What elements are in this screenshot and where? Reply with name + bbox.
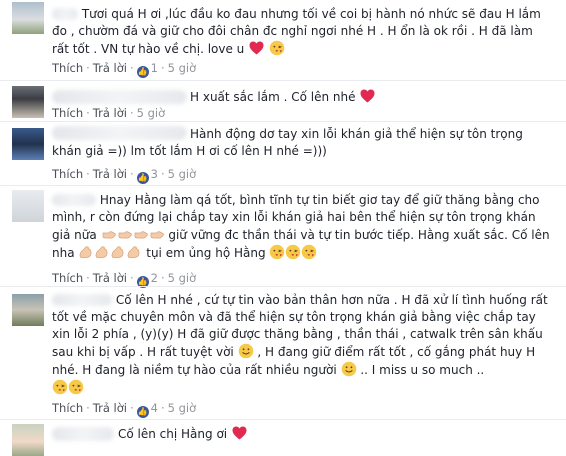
kiss-face-icon <box>52 379 68 395</box>
commenter-name[interactable] <box>52 427 114 441</box>
flexed-arm-icon <box>110 244 126 260</box>
heart-icon <box>359 88 376 104</box>
comment-time[interactable]: 5 giờ <box>168 167 197 181</box>
smile-face-icon <box>238 343 254 359</box>
like-thumb-icon: 👍 <box>136 406 149 418</box>
like-count[interactable]: 1 <box>151 61 158 75</box>
like-count[interactable]: 3 <box>151 167 158 181</box>
flexed-arm-icon <box>126 244 142 260</box>
comment-time[interactable]: 5 giờ <box>168 271 197 285</box>
commenter-name[interactable] <box>52 90 187 104</box>
avatar[interactable] <box>12 2 44 34</box>
kiss-face-icon <box>269 40 285 56</box>
kiss-face-icon <box>68 379 84 395</box>
comment-time[interactable]: 5 giờ <box>137 106 166 120</box>
comment-time[interactable]: 5 giờ <box>168 61 197 75</box>
commenter-name[interactable] <box>52 194 96 206</box>
avatar[interactable] <box>12 128 44 160</box>
divider <box>0 185 566 186</box>
like-link[interactable]: Thích <box>52 401 83 415</box>
comment-text: .. I miss u so much .. <box>360 363 485 377</box>
divider <box>0 121 566 122</box>
reply-link[interactable]: Trả lời <box>93 167 127 181</box>
pointing-hand-icon <box>117 226 133 242</box>
like-link[interactable]: Thích <box>52 271 83 285</box>
comment-actions: Thích · Trả lời · 5 giờ <box>52 106 166 120</box>
like-thumb-icon: 👍 <box>136 172 149 184</box>
comment-actions: Thích · Trả lời · 👍 3 · 5 giờ <box>52 167 197 184</box>
pointing-hand-icon <box>133 226 149 242</box>
like-thumb-icon: 👍 <box>136 66 149 78</box>
kiss-face-icon <box>285 244 301 260</box>
divider <box>0 419 566 420</box>
divider <box>0 286 566 287</box>
flexed-arm-icon <box>94 244 110 260</box>
reply-link[interactable]: Trả lời <box>93 271 127 285</box>
like-count[interactable]: 2 <box>151 271 158 285</box>
comment-actions: Thích · Trả lời · 👍 4 · 5 giờ <box>52 401 197 418</box>
pointing-hand-icon <box>101 226 117 242</box>
reply-link[interactable]: Trả lời <box>93 401 127 415</box>
commenter-name[interactable] <box>52 8 78 20</box>
reply-link[interactable]: Trả lời <box>93 106 127 120</box>
comment-text: H xuất sắc lắm . Cố lên nhé <box>190 90 356 104</box>
comment-text: Cố lên chị Hằng ơi <box>118 427 228 441</box>
reply-link[interactable]: Trả lời <box>93 61 127 75</box>
commenter-name[interactable] <box>52 294 112 306</box>
avatar[interactable] <box>12 86 44 118</box>
avatar[interactable] <box>12 424 44 456</box>
kiss-face-icon <box>269 244 285 260</box>
like-link[interactable]: Thích <box>52 61 83 75</box>
smile-face-icon <box>341 361 357 377</box>
heart-icon <box>248 40 265 56</box>
pointing-hand-icon <box>149 226 165 242</box>
flexed-arm-icon <box>78 244 94 260</box>
comment-time[interactable]: 5 giờ <box>168 401 197 415</box>
like-count[interactable]: 4 <box>151 401 158 415</box>
comment-text: Hành động dơ tay xin lỗi khán giả thể hi… <box>52 127 523 158</box>
divider <box>0 80 566 81</box>
comment-actions: Thích · Trả lời · 👍 1 · 5 giờ <box>52 61 197 78</box>
kiss-face-icon <box>301 244 317 260</box>
like-link[interactable]: Thích <box>52 106 83 120</box>
like-link[interactable]: Thích <box>52 167 83 181</box>
heart-icon <box>231 425 248 441</box>
avatar[interactable] <box>12 190 44 222</box>
avatar[interactable] <box>12 294 44 326</box>
comment-text: Tươi quá H ơi ,lúc đầu ko đau nhưng tối … <box>52 7 541 56</box>
comment-text: tụi em ủng hộ Hằng <box>146 246 266 260</box>
